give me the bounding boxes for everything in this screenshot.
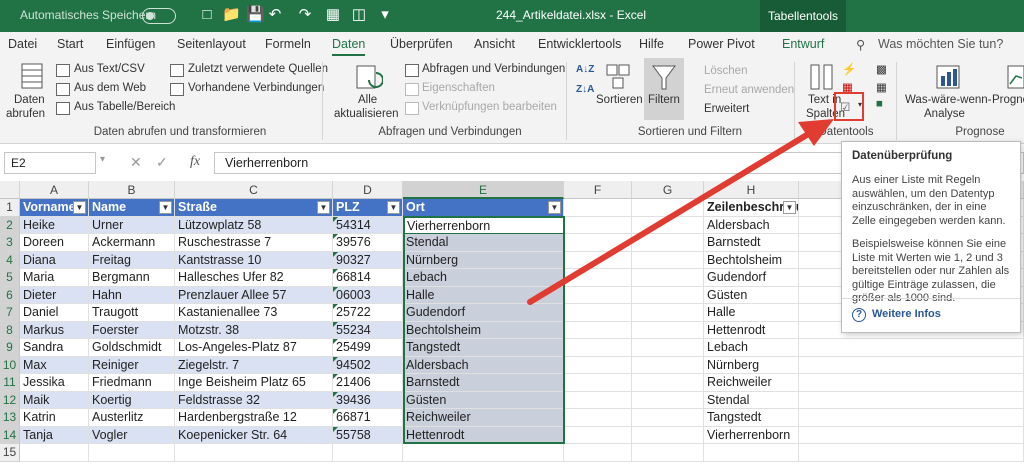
help-icon: ? <box>852 308 866 322</box>
weitere-infos-link[interactable]: ? Weitere Infos <box>842 298 1020 332</box>
tooltip-description: Aus einer Liste mit Regeln auswählen, um… <box>852 174 1006 227</box>
highlight-box <box>834 92 864 121</box>
tooltip-title: Datenüberprüfung <box>852 150 953 162</box>
tooltip-example: Beispielsweise können Sie eine Liste mit… <box>852 238 1010 304</box>
data-validation-tooltip: Datenüberprüfung Aus einer Liste mit Reg… <box>841 141 1021 333</box>
weitere-infos-label: Weitere Infos <box>872 308 941 320</box>
